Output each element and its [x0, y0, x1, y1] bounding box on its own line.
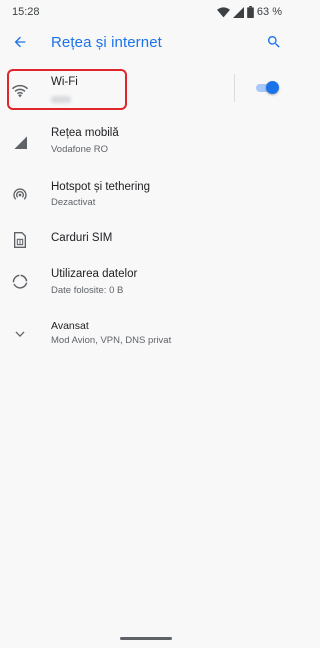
list-item-mobile-network[interactable]: Rețea mobilă Vodafone RO	[0, 122, 292, 160]
advanced-summary: Mod Avion, VPN, DNS privat	[51, 335, 172, 346]
search-button[interactable]	[262, 32, 286, 56]
advanced-label: Avansat	[51, 320, 89, 332]
list-item-hotspot[interactable]: Hotspot și tethering Dezactivat	[0, 176, 292, 214]
page-title: Rețea și internet	[51, 34, 162, 51]
app-bar: Rețea și internet	[0, 24, 292, 64]
vertical-divider	[234, 74, 235, 102]
arrow-back-icon	[12, 34, 28, 55]
status-bar: 15:28 63 %	[0, 0, 292, 24]
hotspot-icon	[9, 184, 31, 206]
status-icons: 63 %	[216, 6, 282, 18]
toggle-thumb	[266, 81, 279, 94]
cell-signal-icon	[232, 6, 244, 18]
mobile-network-summary: Vodafone RO	[51, 144, 109, 155]
list-item-data-usage[interactable]: Utilizarea datelor Date folosite: 0 B	[0, 264, 292, 302]
wifi-signal-icon	[216, 6, 230, 18]
status-time: 15:28	[12, 6, 40, 18]
back-button[interactable]	[8, 32, 32, 56]
data-usage-summary: Date folosite: 0 B	[51, 285, 124, 296]
wifi-toggle[interactable]	[254, 80, 280, 96]
list-item-sim-cards[interactable]: Carduri SIM	[0, 226, 292, 256]
wifi-highlight-box	[7, 69, 127, 110]
mobile-network-label: Rețea mobilă	[51, 127, 119, 139]
battery-icon	[247, 6, 254, 18]
search-icon	[266, 34, 282, 55]
chevron-down-icon	[9, 323, 31, 345]
cell-signal-icon	[9, 131, 31, 153]
sim-cards-label: Carduri SIM	[51, 232, 113, 244]
sim-card-icon	[9, 229, 31, 251]
battery-percent: 63 %	[256, 6, 282, 18]
hotspot-label: Hotspot și tethering	[51, 181, 151, 193]
list-item-advanced[interactable]: Avansat Mod Avion, VPN, DNS privat	[0, 318, 292, 352]
gesture-nav-handle[interactable]	[120, 637, 172, 640]
data-usage-icon	[9, 271, 31, 293]
data-usage-label: Utilizarea datelor	[51, 268, 138, 280]
hotspot-summary: Dezactivat	[51, 197, 96, 208]
